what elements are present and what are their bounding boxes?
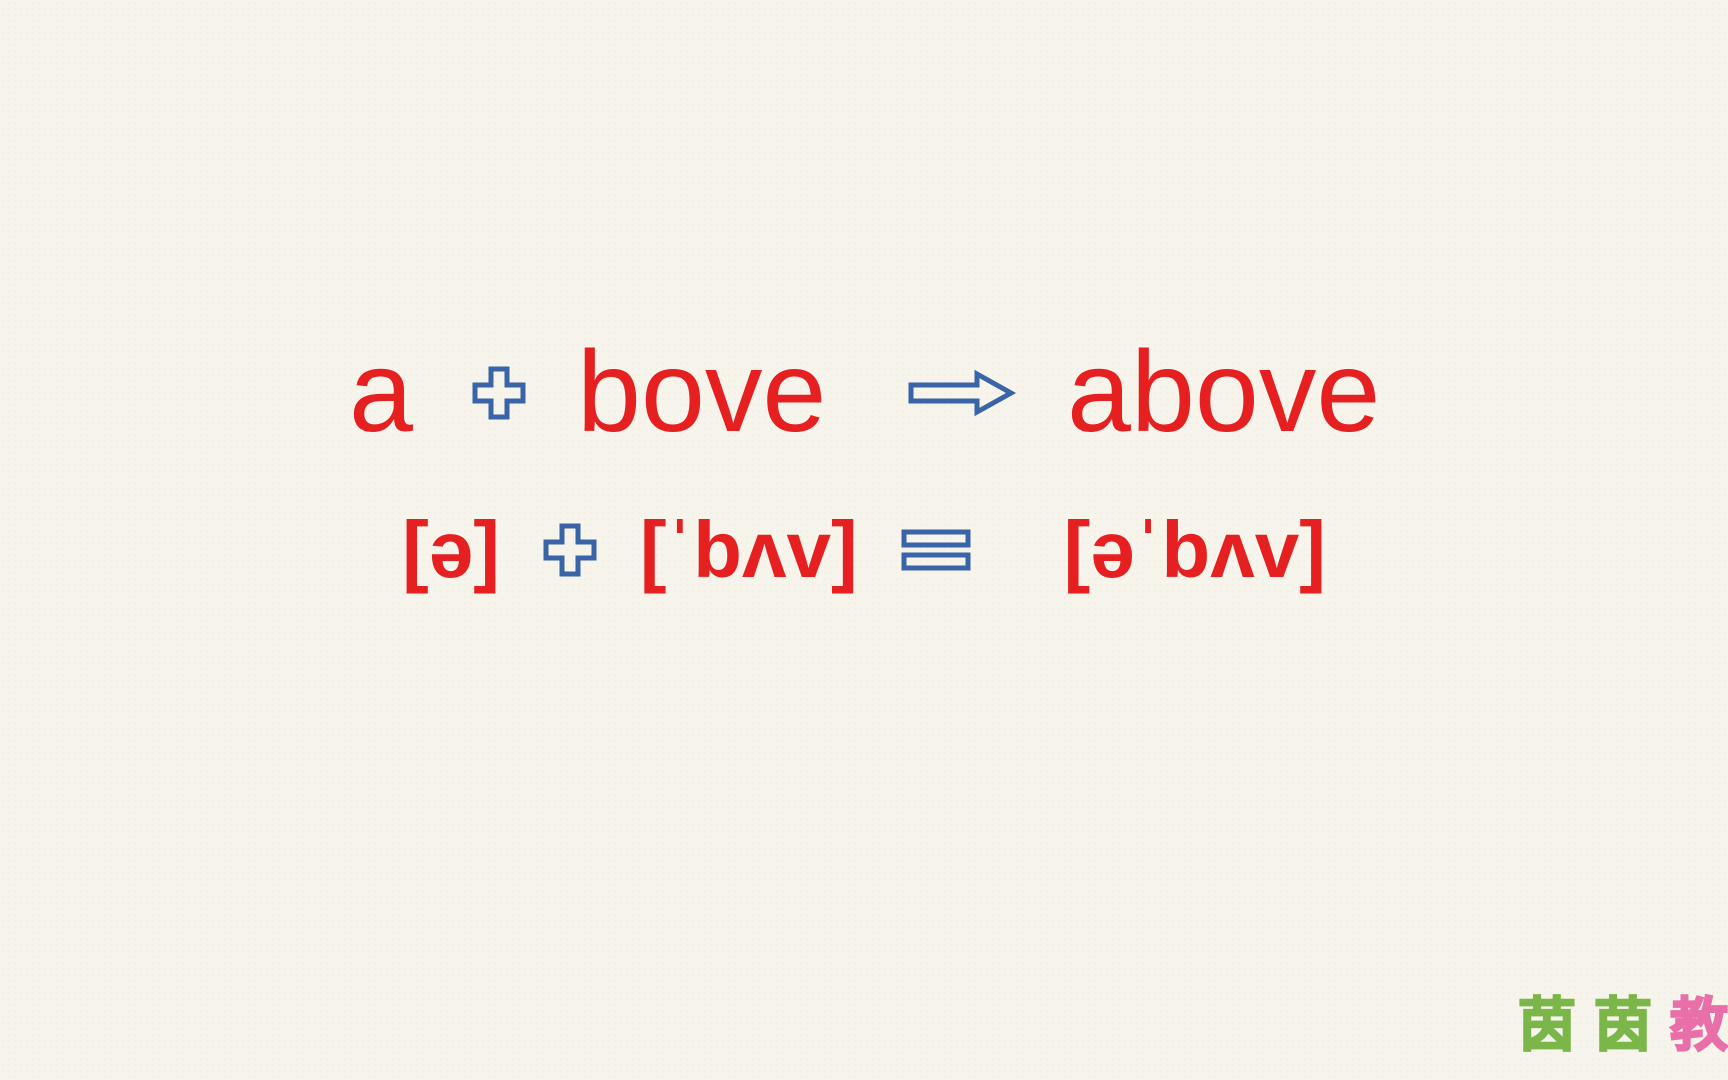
word-part-a: a	[341, 335, 421, 450]
watermark-char-3: 教	[1670, 993, 1728, 1058]
phonetic-result: [əˈbʌv]	[1064, 510, 1326, 590]
phonetic-part-bov: [ˈbʌv]	[640, 510, 858, 590]
word-result-above: above	[1067, 335, 1387, 450]
equals-icon	[900, 528, 972, 572]
watermark: 茵茵教	[1518, 978, 1728, 1062]
phonetic-part-schwa: [ə]	[402, 510, 500, 590]
watermark-char-2: 茵	[1594, 993, 1652, 1058]
plus-icon	[542, 522, 598, 578]
phonetic-equation-row: [ə] [ˈbʌv] [əˈbʌv]	[402, 510, 1326, 590]
word-part-bove: bove	[577, 335, 857, 450]
slide-content: a bove above [ə] [ˈbʌv] [əˈbʌv]	[0, 335, 1728, 590]
watermark-char-1: 茵	[1518, 993, 1576, 1058]
word-equation-row: a bove above	[341, 335, 1387, 450]
arrow-right-icon	[907, 368, 1017, 418]
plus-icon	[471, 365, 527, 421]
